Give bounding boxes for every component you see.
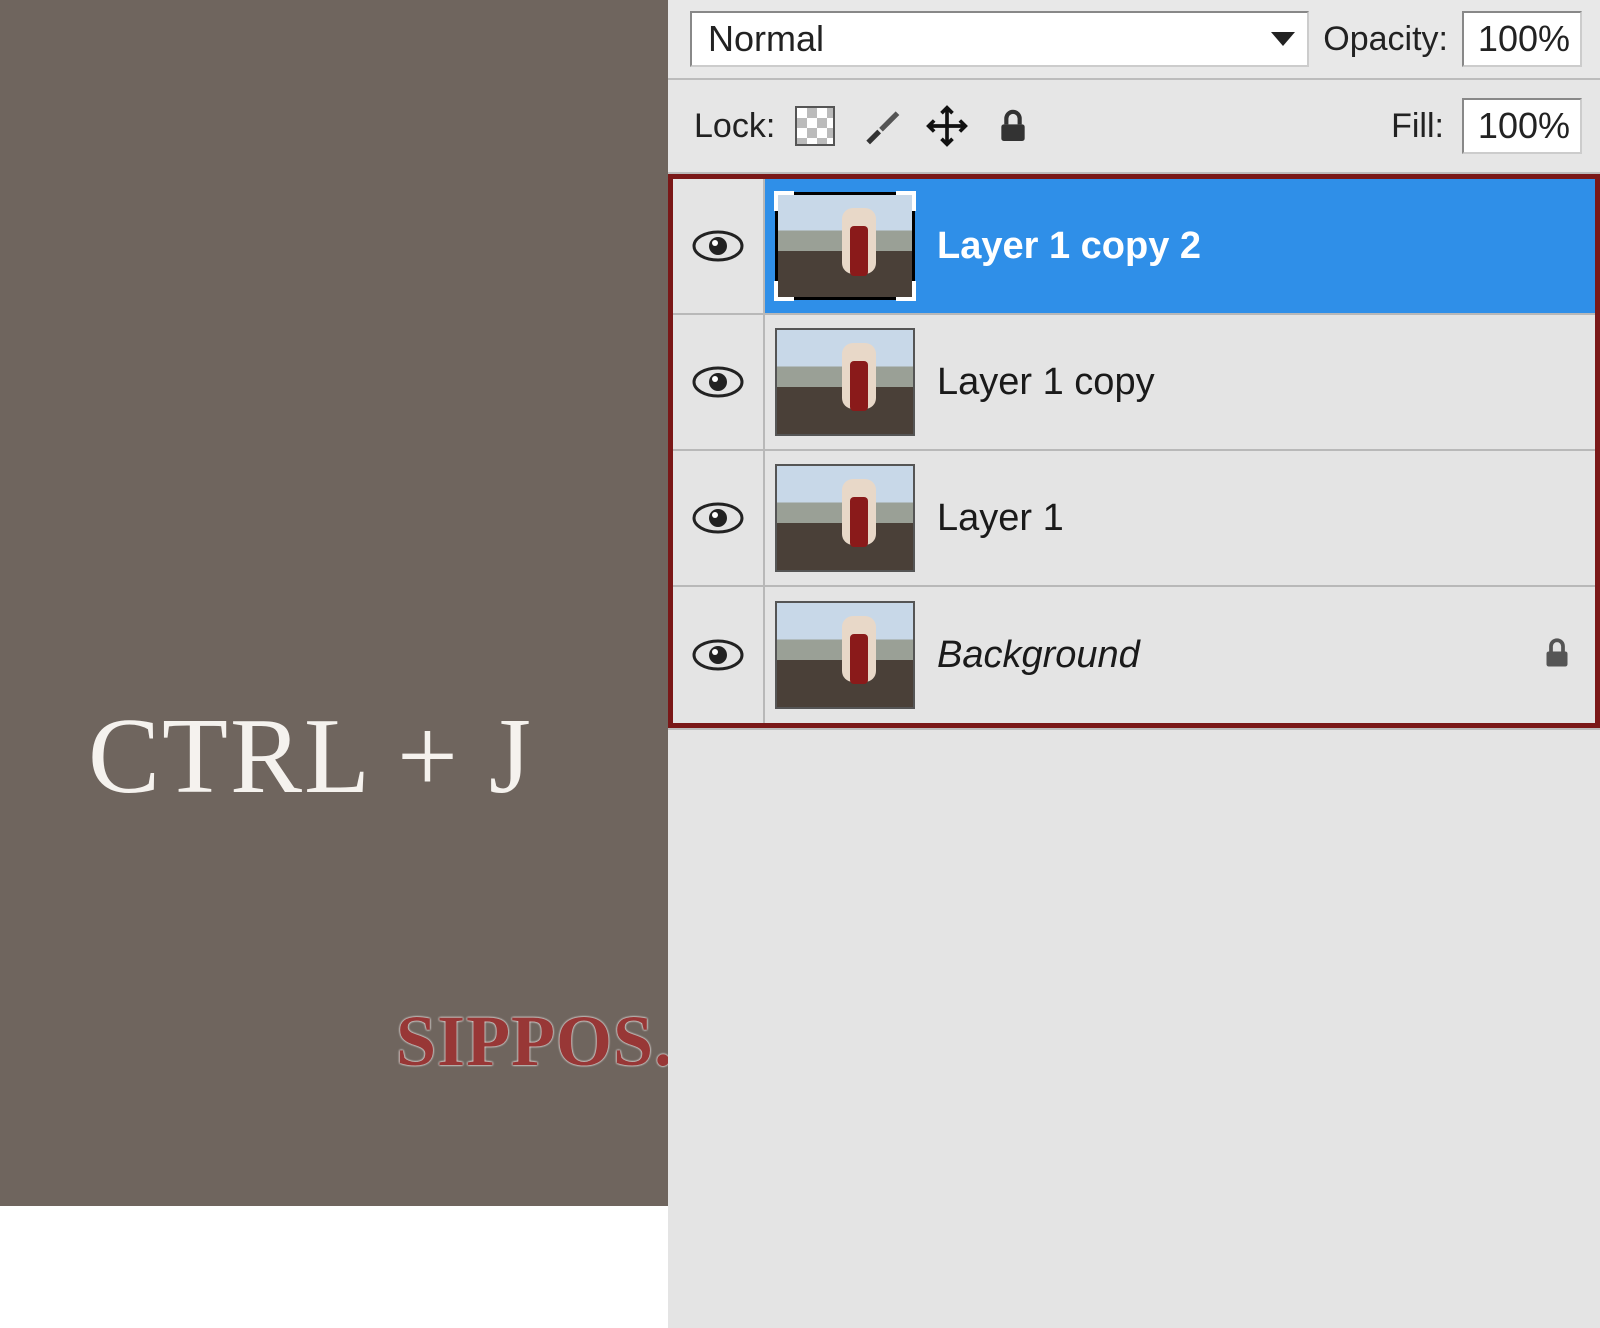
visibility-toggle[interactable] bbox=[673, 179, 765, 313]
layer-name[interactable]: Layer 1 copy 2 bbox=[937, 225, 1201, 268]
lock-icon bbox=[1539, 635, 1575, 676]
eye-icon bbox=[692, 500, 744, 536]
blend-mode-dropdown[interactable]: Normal bbox=[690, 11, 1309, 67]
eye-icon bbox=[692, 228, 744, 264]
shortcut-label: CTRL + J bbox=[88, 695, 533, 819]
layers-panel: Normal Opacity: 100% Lock: bbox=[668, 0, 1600, 1206]
panel-empty-area bbox=[668, 728, 1600, 1328]
layer-row[interactable]: Layer 1 bbox=[673, 451, 1595, 587]
eye-icon bbox=[692, 364, 744, 400]
layer-name[interactable]: Layer 1 copy bbox=[937, 361, 1155, 404]
layer-thumbnail[interactable] bbox=[775, 328, 915, 436]
blend-mode-value: Normal bbox=[708, 18, 824, 60]
layer-row[interactable]: Layer 1 copy bbox=[673, 315, 1595, 451]
layer-name[interactable]: Background bbox=[937, 634, 1140, 677]
lock-move-icon[interactable] bbox=[925, 104, 969, 148]
opacity-label: Opacity: bbox=[1323, 20, 1448, 59]
visibility-toggle[interactable] bbox=[673, 315, 765, 449]
lock-transparency-icon[interactable] bbox=[793, 104, 837, 148]
layer-thumbnail[interactable] bbox=[775, 601, 915, 709]
layer-row[interactable]: Background bbox=[673, 587, 1595, 723]
fill-input[interactable]: 100% bbox=[1462, 98, 1582, 154]
layer-name[interactable]: Layer 1 bbox=[937, 497, 1064, 540]
eye-icon bbox=[692, 637, 744, 673]
layer-thumbnail[interactable] bbox=[775, 464, 915, 572]
lock-fill-row: Lock: Fill: bbox=[668, 80, 1600, 174]
fill-value: 100% bbox=[1478, 105, 1570, 147]
visibility-toggle[interactable] bbox=[673, 451, 765, 585]
layers-list-highlight: Layer 1 copy 2 Layer 1 copy bbox=[668, 174, 1600, 728]
opacity-value: 100% bbox=[1478, 18, 1570, 60]
lock-icon-group bbox=[793, 104, 1035, 148]
lock-label: Lock: bbox=[694, 107, 775, 146]
layer-thumbnail[interactable] bbox=[775, 192, 915, 300]
fill-label: Fill: bbox=[1391, 107, 1444, 146]
lock-all-icon[interactable] bbox=[991, 104, 1035, 148]
lock-brush-icon[interactable] bbox=[859, 104, 903, 148]
visibility-toggle[interactable] bbox=[673, 587, 765, 723]
blend-opacity-row: Normal Opacity: 100% bbox=[668, 0, 1600, 80]
chevron-down-icon bbox=[1271, 32, 1295, 46]
opacity-input[interactable]: 100% bbox=[1462, 11, 1582, 67]
layer-row[interactable]: Layer 1 copy 2 bbox=[673, 179, 1595, 315]
